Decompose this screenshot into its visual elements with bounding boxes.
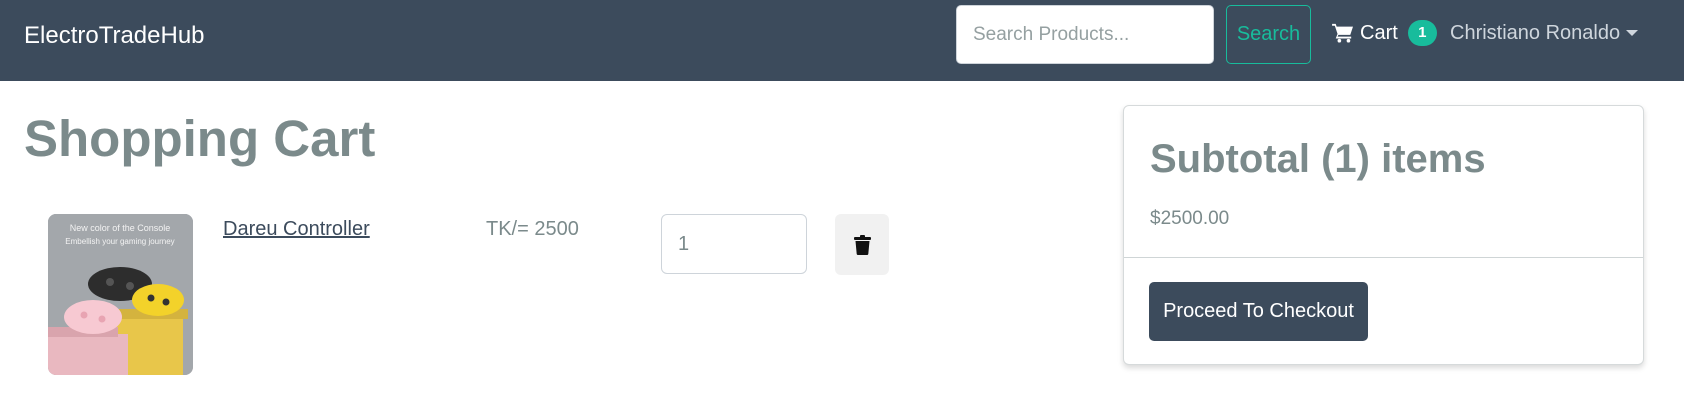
user-name: Christiano Ronaldo [1450,21,1621,44]
delete-item-button[interactable] [835,214,889,275]
proceed-to-checkout-button[interactable]: Proceed To Checkout [1149,282,1368,341]
product-image: New color of the Console Embellish your … [48,214,193,375]
product-price: TK/= 2500 [486,218,579,240]
search-button[interactable]: Search [1226,5,1311,64]
brand-logo[interactable]: ElectroTradeHub [24,20,205,52]
card-divider [1124,257,1643,258]
cart-link[interactable]: Cart 1 [1332,18,1437,48]
user-dropdown[interactable]: Christiano Ronaldo [1450,18,1639,48]
shopping-cart-icon [1332,23,1353,43]
search-input[interactable] [956,5,1214,64]
chevron-down-icon [1626,30,1639,36]
quantity-input[interactable] [661,214,807,274]
subtotal-title: Subtotal (1) items [1150,137,1486,181]
image-caption-top: New color of the Console [70,223,171,233]
cart-count-badge: 1 [1407,20,1437,46]
order-summary-card: Subtotal (1) items $2500.00 Proceed To C… [1123,105,1644,365]
subtotal-amount: $2500.00 [1150,208,1230,229]
cart-label: Cart [1360,21,1398,44]
page-title: Shopping Cart [24,110,376,167]
product-name-link[interactable]: Dareu Controller [223,218,370,241]
trash-icon [853,234,871,255]
navbar: ElectroTradeHub Search Cart 1 Christiano… [0,0,1684,81]
image-caption-sub: Embellish your gaming journey [65,237,174,246]
